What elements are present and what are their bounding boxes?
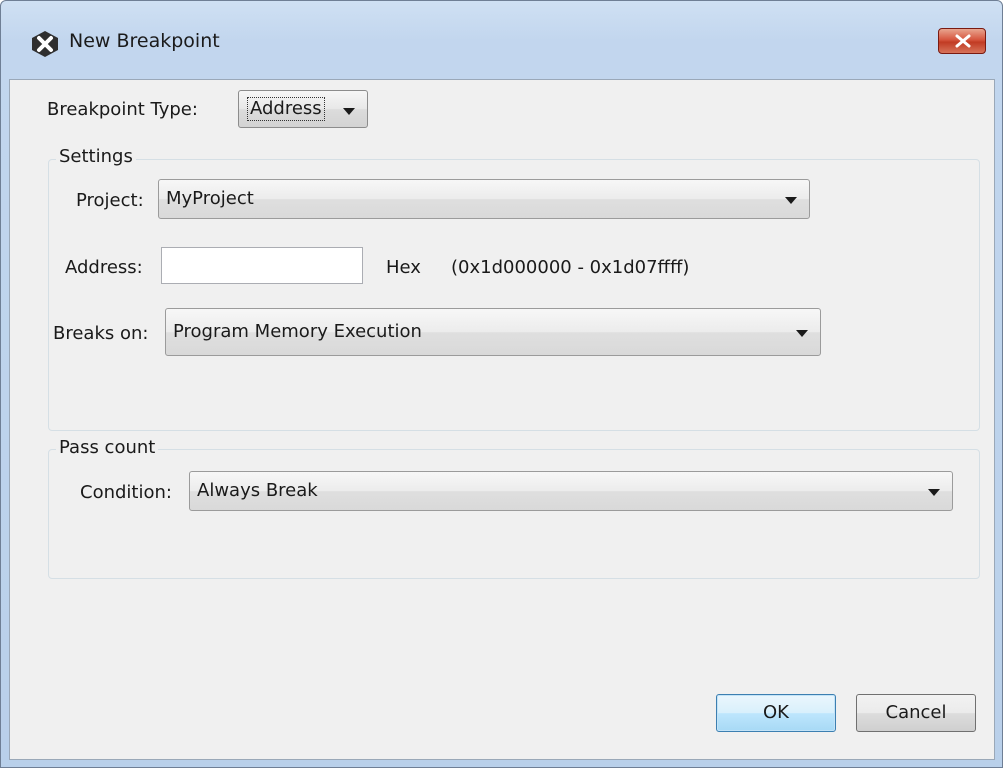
pass-count-group (48, 449, 980, 579)
close-button[interactable] (938, 28, 986, 54)
dialog-content: Breakpoint Type: Address Settings Projec… (9, 79, 995, 760)
address-range-text: (0x1d000000 - 0x1d07ffff) (451, 257, 690, 278)
new-breakpoint-dialog: New Breakpoint Breakpoint Type: Address … (0, 0, 1003, 768)
project-label: Project: (76, 190, 144, 211)
ok-button[interactable]: OK (716, 694, 836, 732)
chevron-down-icon (928, 489, 940, 496)
condition-value: Always Break (197, 480, 318, 501)
chevron-down-icon (343, 108, 355, 115)
project-dropdown[interactable]: MyProject (158, 179, 810, 219)
hex-label: Hex (386, 257, 421, 278)
chevron-down-icon (796, 330, 808, 337)
condition-dropdown[interactable]: Always Break (189, 471, 953, 511)
breaks-on-value: Program Memory Execution (173, 321, 422, 342)
pass-count-group-label: Pass count (56, 437, 159, 458)
breaks-on-dropdown[interactable]: Program Memory Execution (165, 308, 821, 356)
window-title: New Breakpoint (69, 30, 220, 52)
title-bar[interactable]: New Breakpoint (1, 1, 1002, 79)
breakpoint-type-value: Address (247, 97, 325, 121)
project-value: MyProject (166, 188, 254, 209)
netbeans-x-icon (30, 30, 60, 58)
address-label: Address: (65, 257, 143, 278)
breaks-on-label: Breaks on: (53, 323, 149, 344)
chevron-down-icon (785, 197, 797, 204)
breakpoint-type-label: Breakpoint Type: (47, 99, 198, 120)
address-input[interactable] (161, 247, 363, 284)
settings-group-label: Settings (56, 146, 136, 167)
close-x-icon (955, 34, 971, 48)
breakpoint-type-dropdown[interactable]: Address (238, 90, 368, 128)
cancel-button[interactable]: Cancel (856, 694, 976, 732)
condition-label: Condition: (80, 482, 172, 503)
